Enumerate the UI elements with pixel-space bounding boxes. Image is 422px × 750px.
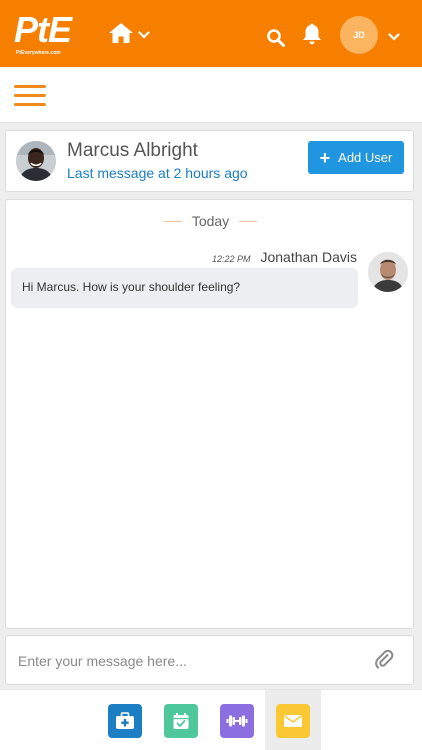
secondary-bar: [0, 67, 422, 123]
search-button[interactable]: [266, 28, 288, 50]
hamburger-line: [14, 103, 46, 106]
paperclip-icon: [375, 649, 394, 669]
bottom-navigation: [0, 689, 422, 750]
bell-icon: [303, 23, 321, 45]
message-composer: [5, 635, 414, 685]
nav-item-calendar[interactable]: [153, 690, 209, 750]
contact-avatar[interactable]: [16, 141, 56, 181]
contact-name: Marcus Albright: [67, 140, 198, 161]
hamburger-line: [14, 85, 46, 88]
conversation-header: Marcus Albright Last message at 2 hours …: [5, 130, 414, 192]
person-photo-icon: [16, 141, 56, 181]
add-user-button[interactable]: + Add User: [308, 141, 404, 174]
plus-icon: +: [319, 147, 331, 168]
logo-text: PtE: [14, 9, 72, 50]
last-message-status: Last message at 2 hours ago: [67, 165, 248, 181]
person-photo-icon: [368, 252, 408, 292]
hamburger-menu-button[interactable]: [14, 85, 46, 107]
home-icon: [109, 23, 133, 43]
divider-line: [239, 220, 258, 222]
message-bubble: Hi Marcus. How is your shoulder feeling?: [11, 268, 358, 308]
author-avatar[interactable]: [368, 252, 408, 292]
home-menu-button[interactable]: [108, 22, 152, 46]
chevron-down-icon: [388, 33, 400, 41]
user-initials: JD: [353, 30, 365, 40]
divider-line: [163, 220, 182, 222]
user-avatar-button[interactable]: JD: [340, 16, 378, 54]
day-divider: Today: [6, 212, 415, 230]
nav-tile: [108, 703, 142, 738]
medical-kit-icon: [116, 711, 134, 729]
message-meta: 12:22 PM Jonathan Davis: [212, 249, 357, 265]
attach-file-button[interactable]: [374, 649, 396, 671]
message-input[interactable]: [18, 650, 358, 672]
calendar-check-icon: [173, 712, 189, 729]
message-time: 12:22 PM: [211, 254, 251, 264]
nav-item-exercises[interactable]: [209, 690, 265, 750]
brand-logo[interactable]: PtE PtEverywhere.com: [14, 9, 72, 60]
notifications-button[interactable]: [302, 22, 324, 46]
message-thread[interactable]: Today 12:22 PM Jonathan Davis Hi Marcus.…: [5, 199, 414, 629]
day-label: Today: [191, 213, 230, 229]
search-icon: [267, 29, 285, 47]
nav-item-medical[interactable]: [97, 690, 153, 750]
dumbbell-icon: [226, 715, 248, 726]
add-user-label: Add User: [338, 150, 393, 165]
envelope-icon: [284, 714, 302, 727]
chevron-down-icon: [138, 31, 150, 39]
logo-subtext: PtEverywhere.com: [16, 50, 61, 56]
nav-tile: [164, 703, 198, 738]
hamburger-line: [14, 94, 46, 97]
account-menu-toggle[interactable]: [388, 28, 402, 41]
nav-item-messages[interactable]: [265, 690, 321, 750]
message-author: Jonathan Davis: [260, 249, 357, 265]
top-app-bar: PtE PtEverywhere.com JD: [0, 0, 422, 67]
nav-tile: [220, 703, 254, 738]
nav-tile: [276, 703, 310, 738]
